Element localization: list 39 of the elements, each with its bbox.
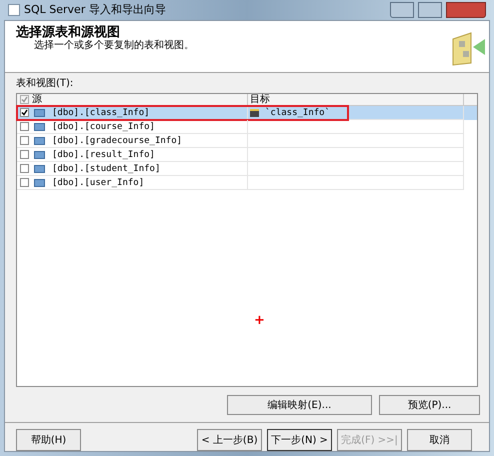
table-icon [34, 150, 45, 158]
row-checkbox[interactable] [20, 150, 29, 159]
table-cell-text: `class_Info` [265, 106, 330, 120]
new-table-icon [250, 108, 259, 116]
row-checkbox[interactable] [20, 178, 29, 187]
minimize-button[interactable] [390, 2, 414, 18]
selected-row[interactable]: [dbo].[class_Info] `class_Info` [17, 106, 477, 120]
column-header: 源 [32, 94, 42, 106]
column-header: 目标 [250, 94, 270, 106]
table-cell-text: [dbo].[class_Info] [52, 106, 150, 120]
table-icon [34, 108, 45, 116]
window-title: SQL Server 导入和导出向导 [24, 2, 166, 18]
select-all-checkbox[interactable] [20, 95, 29, 104]
page-subtitle: 选择一个或多个要复制的表和视图。 [33, 40, 194, 52]
window-icon [8, 4, 20, 16]
table-cell-text: [dbo].[student_Info] [52, 162, 160, 176]
page-title: 选择源表和源视图 [16, 25, 121, 40]
row-checkbox[interactable] [20, 122, 29, 131]
close-button[interactable] [446, 2, 486, 18]
table-cell-text: [dbo].[user_Info] [52, 176, 144, 190]
wizard-button[interactable]: 取消 [407, 429, 472, 451]
table-label: 表和视图(T): [16, 76, 74, 91]
table-icon [34, 164, 45, 172]
maximize-button[interactable] [418, 2, 442, 18]
action-button[interactable]: 编辑映射(E)... [227, 395, 372, 415]
cursor-mark: + [254, 314, 265, 327]
action-button[interactable]: 预览(P)... [379, 395, 480, 415]
table-cell-text: [dbo].[gradecourse_Info] [52, 134, 182, 148]
table-cell-text: [dbo].[course_Info] [52, 120, 155, 134]
row-checkbox[interactable] [20, 108, 29, 117]
wizard-button[interactable]: < 上一步(B) [197, 429, 262, 451]
wizard-button[interactable]: 下一步(N) > [267, 429, 332, 451]
row-checkbox[interactable] [20, 164, 29, 173]
table-cell-text: [dbo].[result_Info] [52, 148, 155, 162]
row-checkbox[interactable] [20, 136, 29, 145]
table-icon [34, 178, 45, 186]
table-icon [34, 136, 45, 144]
table-icon [34, 122, 45, 130]
wizard-button[interactable]: 帮助(H) [16, 429, 81, 451]
